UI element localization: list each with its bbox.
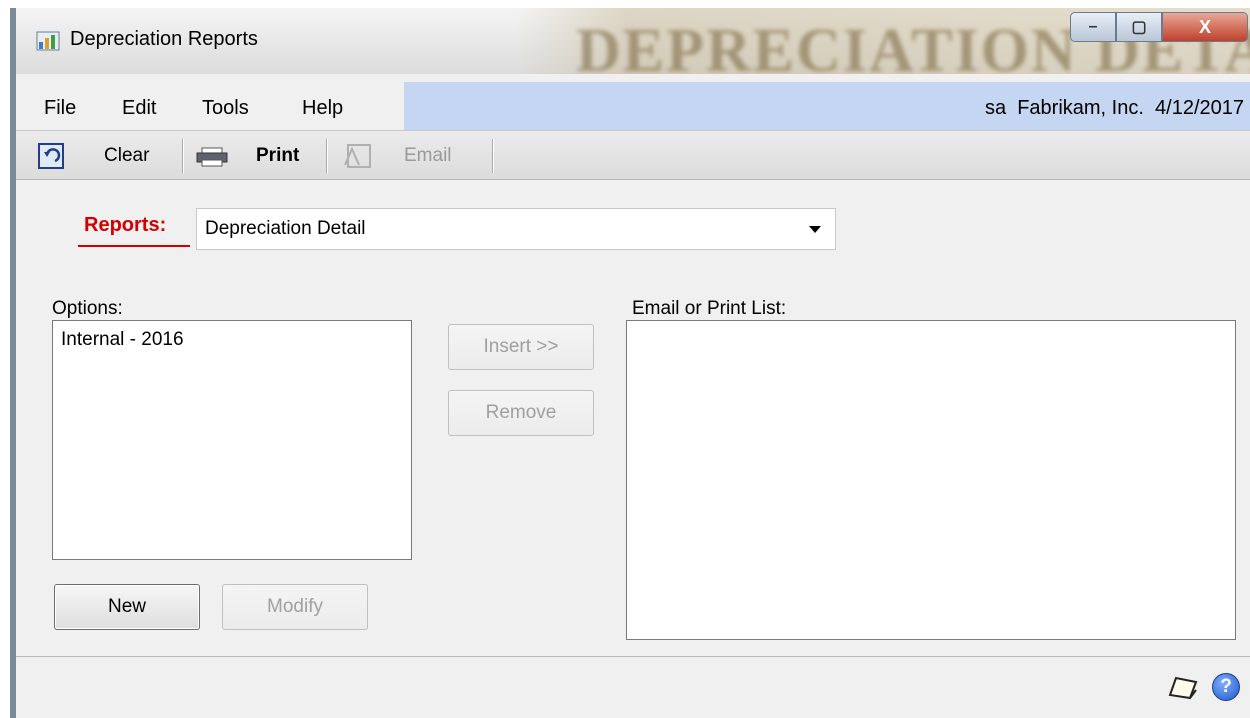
email-button[interactable]: Email bbox=[404, 145, 452, 167]
menu-tools[interactable]: Tools bbox=[202, 97, 249, 120]
company-info: sa Fabrikam, Inc. 4/12/2017 bbox=[984, 97, 1244, 119]
options-listbox[interactable]: Internal - 2016 bbox=[52, 320, 412, 560]
status-bar: ? bbox=[16, 656, 1250, 718]
reports-label: Reports: bbox=[84, 214, 167, 236]
help-icon[interactable]: ? bbox=[1212, 673, 1240, 701]
restore-icon[interactable] bbox=[38, 143, 64, 169]
chevron-down-icon[interactable] bbox=[809, 226, 821, 233]
insert-button-label: Insert >> bbox=[483, 336, 559, 357]
modify-button[interactable]: Modify bbox=[222, 584, 368, 630]
remove-button[interactable]: Remove bbox=[448, 390, 594, 436]
email-icon bbox=[344, 144, 371, 168]
new-button-label: New bbox=[107, 596, 146, 617]
menu-file[interactable]: File bbox=[44, 97, 76, 120]
window-controls: – ▢ X bbox=[1070, 12, 1248, 42]
note-icon[interactable] bbox=[1166, 675, 1200, 701]
minimize-icon: – bbox=[1088, 18, 1098, 35]
title-bar: DEPRECIATION DETAIL Depreciation Reports… bbox=[16, 8, 1250, 74]
new-button[interactable]: New bbox=[54, 584, 200, 630]
clear-button[interactable]: Clear bbox=[104, 145, 149, 167]
remove-button-label: Remove bbox=[485, 402, 557, 423]
email-print-listbox[interactable] bbox=[626, 320, 1236, 640]
list-item[interactable]: Internal - 2016 bbox=[53, 321, 411, 359]
close-button[interactable]: X bbox=[1162, 12, 1248, 42]
menu-edit[interactable]: Edit bbox=[122, 97, 156, 120]
insert-button[interactable]: Insert >> bbox=[448, 324, 594, 370]
reports-dropdown[interactable]: Depreciation Detail bbox=[196, 208, 836, 250]
maximize-icon: ▢ bbox=[1131, 19, 1147, 36]
app-icon bbox=[36, 31, 60, 51]
close-icon: X bbox=[1198, 16, 1211, 37]
reports-selected-value: Depreciation Detail bbox=[205, 218, 366, 239]
printer-icon[interactable] bbox=[196, 147, 228, 167]
depreciation-reports-window: DEPRECIATION DETAIL Depreciation Reports… bbox=[10, 8, 1250, 718]
toolbar: Clear Print Email bbox=[16, 130, 1250, 180]
minimize-button[interactable]: – bbox=[1070, 12, 1116, 42]
window-title: Depreciation Reports bbox=[70, 28, 258, 50]
menu-help[interactable]: Help bbox=[302, 97, 343, 120]
email-print-list-label: Email or Print List: bbox=[632, 298, 787, 319]
options-label: Options: bbox=[52, 298, 123, 319]
menu-bar: File Edit Tools Help sa Fabrikam, Inc. 4… bbox=[16, 74, 1250, 130]
maximize-button[interactable]: ▢ bbox=[1116, 12, 1162, 42]
print-button[interactable]: Print bbox=[256, 145, 299, 167]
modify-button-label: Modify bbox=[267, 596, 323, 617]
